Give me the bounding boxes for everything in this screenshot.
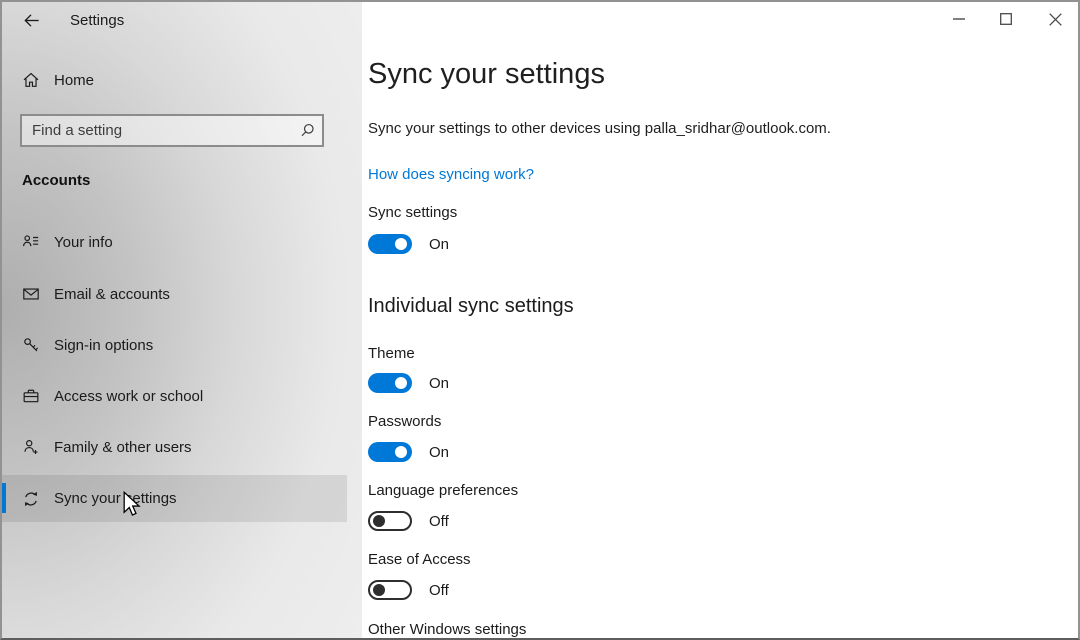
key-icon: [22, 336, 40, 354]
maximize-icon: [1000, 13, 1012, 25]
sidebar-item-label: Sync your settings: [54, 490, 177, 507]
toggle-state-text: On: [429, 444, 449, 461]
sync-settings-toggle-row: On: [368, 234, 449, 254]
passwords-toggle[interactable]: [368, 442, 412, 462]
selected-accent-bar: [2, 483, 6, 513]
main-content: Sync your settings Sync your settings to…: [362, 2, 1078, 638]
sync-icon: [22, 490, 40, 508]
language-preferences-toggle[interactable]: [368, 511, 412, 531]
sync-settings-toggle[interactable]: [368, 234, 412, 254]
sidebar-item-family-other-users[interactable]: Family & other users: [2, 424, 347, 470]
theme-toggle[interactable]: [368, 373, 412, 393]
sidebar-item-label: Your info: [54, 234, 113, 251]
toggle-state-text: Off: [429, 582, 449, 599]
ease-of-access-label: Ease of Access: [368, 551, 471, 568]
back-button[interactable]: [14, 6, 48, 34]
minimize-button[interactable]: [936, 2, 982, 36]
ease-of-access-toggle-row: Off: [368, 580, 449, 600]
close-button[interactable]: [1032, 2, 1078, 36]
back-arrow-icon: [22, 11, 41, 30]
theme-toggle-row: On: [368, 373, 449, 393]
ease-of-access-toggle[interactable]: [368, 580, 412, 600]
minimize-icon: [953, 18, 965, 20]
sidebar-item-your-info[interactable]: Your info: [2, 219, 347, 265]
app-title: Settings: [70, 12, 124, 29]
passwords-toggle-row: On: [368, 442, 449, 462]
sync-settings-label: Sync settings: [368, 204, 457, 221]
language-preferences-toggle-row: Off: [368, 511, 449, 531]
other-windows-settings-heading: Other Windows settings: [368, 621, 526, 638]
sidebar-item-label: Family & other users: [54, 439, 192, 456]
sidebar-item-email-accounts[interactable]: Email & accounts: [2, 271, 347, 317]
sidebar-item-label: Home: [54, 72, 94, 89]
close-icon: [1049, 13, 1062, 26]
sidebar-item-label: Access work or school: [54, 388, 203, 405]
search-box: [20, 114, 324, 147]
individual-sync-settings-heading: Individual sync settings: [368, 295, 574, 318]
sidebar-item-label: Sign-in options: [54, 337, 153, 354]
search-input[interactable]: [22, 122, 292, 139]
language-preferences-label: Language preferences: [368, 482, 518, 499]
toggle-state-text: On: [429, 236, 449, 253]
sidebar-item-home[interactable]: Home: [2, 62, 347, 98]
briefcase-icon: [22, 387, 40, 405]
sidebar-item-access-work-school[interactable]: Access work or school: [2, 373, 347, 419]
sidebar-item-sign-in-options[interactable]: Sign-in options: [2, 322, 347, 368]
theme-label: Theme: [368, 345, 415, 362]
sidebar: Settings Home Accounts: [2, 2, 362, 638]
search-icon[interactable]: [292, 122, 322, 139]
page-description: Sync your settings to other devices usin…: [368, 120, 831, 137]
person-add-icon: [22, 438, 40, 456]
sidebar-item-label: Email & accounts: [54, 286, 170, 303]
home-icon: [22, 71, 40, 89]
page-title: Sync your settings: [368, 58, 605, 91]
how-syncing-works-link[interactable]: How does syncing work?: [368, 166, 534, 183]
envelope-icon: [22, 285, 40, 303]
contact-card-icon: [22, 233, 40, 251]
sidebar-section-accounts: Accounts: [22, 172, 90, 189]
sidebar-item-sync-your-settings[interactable]: Sync your settings: [2, 475, 347, 522]
settings-window: Settings Home Accounts: [0, 0, 1080, 640]
toggle-state-text: Off: [429, 513, 449, 530]
maximize-button[interactable]: [983, 2, 1029, 36]
passwords-label: Passwords: [368, 413, 441, 430]
toggle-state-text: On: [429, 375, 449, 392]
